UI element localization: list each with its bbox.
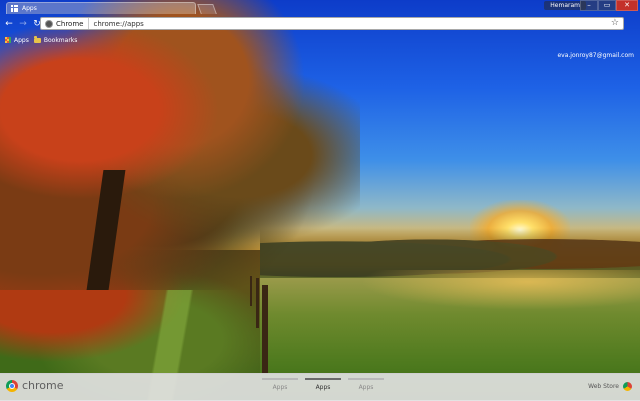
maximize-button[interactable]: ▭: [598, 0, 616, 11]
wallpaper-landscape: [0, 0, 640, 400]
folder-icon: [33, 36, 41, 43]
forward-button[interactable]: →: [18, 19, 28, 29]
web-store-label: Web Store: [588, 383, 619, 390]
chrome-brand: chrome: [6, 379, 64, 392]
bookmark-apps[interactable]: Apps: [5, 37, 29, 44]
tab-title: Apps: [22, 5, 37, 12]
bookmarks-bar: Apps Bookmarks: [0, 34, 640, 46]
new-tab-button[interactable]: [197, 4, 217, 14]
bookmark-label: Apps: [14, 36, 29, 44]
chrome-logo-icon: [6, 379, 18, 392]
app-launcher-bar: chrome Apps Apps Apps Web Store: [0, 373, 640, 401]
origin-chip-label: Chrome: [56, 19, 84, 28]
bookmark-star-icon[interactable]: ☆: [611, 18, 619, 28]
page-indicator: [305, 378, 341, 380]
page-indicator: [262, 378, 298, 380]
apps-grid-icon: [5, 37, 11, 43]
page-label: Apps: [315, 384, 331, 391]
page-label: Apps: [358, 384, 374, 391]
page-tab-2[interactable]: Apps: [305, 378, 341, 391]
url-text[interactable]: chrome://apps: [89, 20, 143, 28]
chrome-wordmark: chrome: [22, 379, 64, 392]
minimize-button[interactable]: –: [580, 0, 598, 11]
fence-post: [262, 285, 268, 373]
toolbar: ← → ↻ Chrome chrome://apps ☆: [0, 15, 640, 33]
close-button[interactable]: ✕: [616, 0, 638, 11]
window-controls: – ▭ ✕: [580, 0, 638, 11]
page-tab-3[interactable]: Apps: [348, 378, 384, 391]
origin-chip[interactable]: Chrome: [41, 18, 90, 29]
bookmark-label: Bookmarks: [43, 36, 78, 44]
field-glow: [360, 270, 640, 310]
url-scheme: chrome://: [93, 19, 127, 28]
apps-grid-icon: [11, 5, 18, 12]
address-bar[interactable]: Chrome chrome://apps ☆: [40, 17, 624, 30]
back-button[interactable]: ←: [4, 19, 14, 29]
web-store-link[interactable]: Web Store: [588, 382, 632, 391]
fence-post: [256, 278, 259, 328]
url-path: apps: [126, 19, 144, 28]
page-tab-1[interactable]: Apps: [262, 378, 298, 391]
account-email[interactable]: eva.jonroy87@gmail.com: [557, 52, 634, 59]
page-indicator: [348, 378, 384, 380]
page-label: Apps: [272, 384, 288, 391]
fence-post: [250, 276, 252, 306]
tab-apps[interactable]: Apps: [6, 2, 196, 14]
web-store-icon: [623, 382, 632, 391]
bookmark-folder[interactable]: Bookmarks: [33, 36, 78, 44]
page-switcher: Apps Apps Apps: [262, 378, 384, 391]
chrome-page-icon: [45, 19, 53, 28]
